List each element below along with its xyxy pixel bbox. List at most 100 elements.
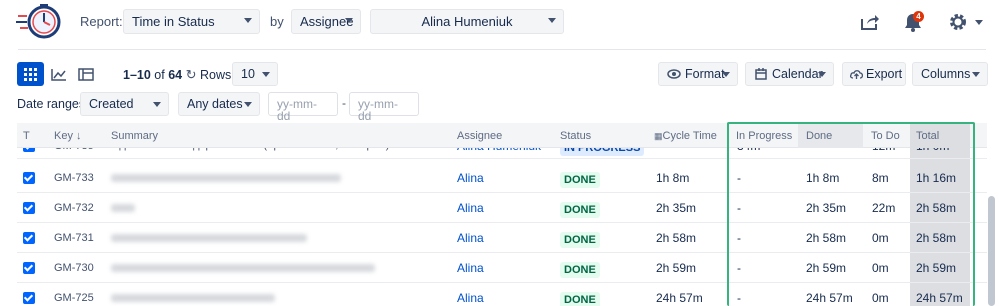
vertical-scrollbar[interactable]	[988, 196, 995, 306]
layout-panel-icon	[77, 67, 94, 81]
cloud-upload-icon	[850, 70, 863, 79]
chevron-down-icon	[548, 18, 556, 23]
assignee-link[interactable]: Alina	[457, 231, 484, 245]
status-badge: DONE	[560, 292, 600, 306]
chevron-down-icon	[975, 19, 983, 25]
table-header: T Key ↓ Summary Assignee Status ▦Cycle T…	[17, 123, 987, 148]
cycle-time: 2h 35m	[656, 201, 697, 215]
notifications-button[interactable]: 4	[900, 8, 926, 36]
assignee-link[interactable]: Alina	[457, 291, 484, 305]
in-progress-time: -	[737, 231, 741, 245]
column-header-type[interactable]: T	[23, 130, 30, 142]
column-header-done[interactable]: Done	[806, 130, 832, 142]
status-badge: DONE	[560, 172, 600, 188]
chevron-down-icon	[244, 102, 252, 107]
header-divider	[18, 49, 986, 50]
column-header-cycle-time[interactable]: ▦Cycle Time	[654, 130, 717, 142]
column-header-total[interactable]: Total	[916, 130, 939, 142]
in-progress-time: -	[737, 171, 741, 185]
row-checkbox[interactable]	[23, 232, 35, 244]
settings-button[interactable]	[946, 8, 986, 36]
sort-arrow-down-icon: ↓	[76, 130, 82, 142]
issue-summary-blurred[interactable]	[111, 234, 307, 242]
format-label: Format	[685, 67, 725, 81]
column-header-to-do[interactable]: To Do	[871, 130, 900, 142]
share-icon	[861, 15, 879, 30]
rows-per-page-select[interactable]: 10	[232, 62, 278, 86]
issue-key[interactable]: GM-731	[54, 232, 94, 244]
column-header-key[interactable]: Key ↓	[54, 130, 82, 142]
grid-view-button[interactable]	[17, 62, 44, 86]
column-header-in-progress[interactable]: In Progress	[736, 130, 792, 142]
date-field-select[interactable]: Created	[80, 92, 169, 116]
table-row[interactable]: GM-732 Alina DONE 2h 35m - 2h 35m 22m 2h…	[17, 193, 987, 223]
chevron-down-icon	[345, 18, 353, 23]
total-time: 1h 16m	[916, 171, 957, 185]
pager-of: of	[150, 68, 169, 82]
issue-summary-blurred[interactable]	[111, 174, 341, 182]
row-checkbox[interactable]	[23, 202, 35, 214]
export-button[interactable]: Export	[842, 62, 906, 86]
chart-view-button[interactable]	[45, 62, 72, 86]
report-table: GM-735 підписання та відправка NDA (Крох…	[17, 123, 987, 306]
cycle-time: 1h 8m	[656, 171, 690, 185]
table-row[interactable]: GM-733 Alina DONE 1h 8m - 1h 8m 8m 1h 16…	[17, 163, 987, 193]
status-badge: DONE	[560, 232, 600, 248]
issue-summary-blurred[interactable]	[111, 204, 135, 212]
column-header-status[interactable]: Status	[560, 130, 591, 142]
format-button[interactable]: Format	[658, 62, 738, 86]
rows-label: Rows:	[199, 68, 235, 82]
done-time: 1h 8m	[806, 171, 840, 185]
table-row[interactable]: GM-725 Alina DONE 24h 57m - 24h 57m 0m 2…	[17, 283, 987, 306]
group-by-select[interactable]: Assignee	[291, 9, 361, 34]
chevron-down-icon	[722, 72, 730, 77]
row-checkbox[interactable]	[23, 292, 35, 304]
in-progress-time: -	[737, 201, 741, 215]
table-row[interactable]: GM-731 Alina DONE 2h 58m - 2h 58m 0m 2h …	[17, 223, 987, 253]
total-time: 2h 59m	[916, 261, 957, 275]
issue-key[interactable]: GM-733	[54, 172, 94, 184]
issue-key[interactable]: GM-732	[54, 202, 94, 214]
refresh-icon[interactable]: ↻	[186, 67, 197, 82]
in-progress-time: -	[737, 291, 741, 305]
issue-summary-blurred[interactable]	[111, 264, 375, 272]
report-select-value: Time in Status	[132, 14, 215, 29]
table-row[interactable]: GM-730 Alina DONE 2h 59m - 2h 59m 0m 2h …	[17, 253, 987, 283]
eye-icon	[667, 69, 681, 79]
issue-key[interactable]: GM-730	[54, 262, 94, 274]
app-logo-icon	[16, 4, 61, 39]
grid-icon	[24, 67, 37, 81]
date-preset-select[interactable]: Any dates	[178, 92, 260, 116]
date-field-value: Created	[89, 97, 134, 111]
row-checkbox[interactable]	[23, 172, 35, 184]
calendar-button[interactable]: Calendar	[745, 62, 834, 86]
assignee-select-value: Alina Humeniuk	[421, 14, 513, 29]
to-do-time: 0m	[872, 231, 889, 245]
calendar-icon	[755, 68, 767, 80]
assignee-link[interactable]: Alina	[457, 201, 484, 215]
to-do-time: 0m	[872, 291, 889, 305]
row-checkbox[interactable]	[23, 262, 35, 274]
top-bar: Report: Time in Status by Assignee Alina…	[0, 0, 999, 44]
issue-summary-blurred[interactable]	[111, 294, 275, 302]
total-time: 2h 58m	[916, 231, 957, 245]
date-preset-value: Any dates	[187, 97, 243, 111]
to-do-time: 8m	[872, 171, 889, 185]
columns-button[interactable]: Columns	[912, 62, 988, 86]
column-header-summary[interactable]: Summary	[111, 130, 158, 142]
date-to-input[interactable]: yy-mm-dd	[349, 92, 419, 122]
date-from-input[interactable]: yy-mm-dd	[268, 92, 338, 122]
chevron-down-icon	[262, 72, 270, 77]
share-button[interactable]	[858, 8, 882, 36]
cycle-time: 24h 57m	[656, 291, 703, 305]
assignee-link[interactable]: Alina	[457, 261, 484, 275]
grid-small-icon: ▦	[654, 131, 663, 141]
column-header-assignee[interactable]: Assignee	[457, 130, 502, 142]
panel-view-button[interactable]	[72, 62, 99, 86]
assignee-link[interactable]: Alina	[457, 171, 484, 185]
report-select[interactable]: Time in Status	[123, 9, 260, 34]
issue-key[interactable]: GM-725	[54, 292, 94, 304]
date-from-placeholder: yy-mm-dd	[277, 97, 317, 123]
export-label: Export	[866, 67, 903, 81]
assignee-select[interactable]: Alina Humeniuk	[370, 9, 564, 34]
